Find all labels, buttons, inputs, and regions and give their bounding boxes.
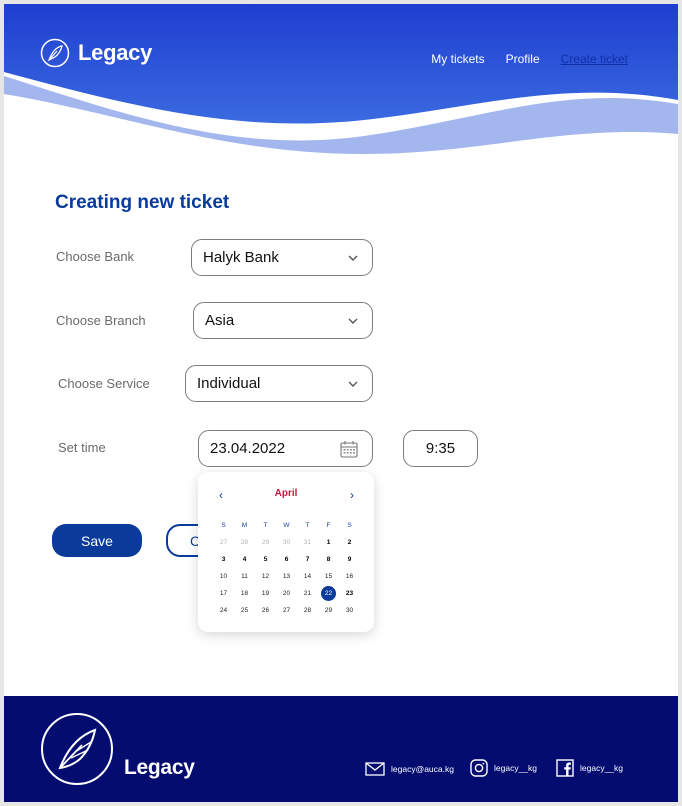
feather-logo-icon <box>41 713 113 785</box>
footer-email[interactable]: legacy@auca.kg <box>365 762 454 776</box>
calendar-day[interactable]: 29 <box>255 534 276 551</box>
top-nav: My tickets Profile Create ticket <box>431 52 628 66</box>
branch-label: Choose Branch <box>56 313 146 328</box>
brand-logo[interactable]: Legacy <box>40 38 152 68</box>
calendar-day[interactable]: 4 <box>234 551 255 568</box>
service-label: Choose Service <box>58 376 150 391</box>
calendar-day[interactable]: 26 <box>255 602 276 619</box>
calendar-month: April <box>274 488 298 499</box>
chevron-down-icon <box>348 255 358 261</box>
calendar-day[interactable]: 17 <box>213 585 234 602</box>
service-value: Individual <box>197 375 261 392</box>
footer-facebook[interactable]: legacy__kg <box>556 759 623 777</box>
nav-create-ticket[interactable]: Create ticket <box>561 52 628 66</box>
calendar-weekday: F <box>326 522 331 529</box>
time-label: Set time <box>58 440 106 455</box>
calendar-header: April ‹ › <box>198 488 374 504</box>
calendar-day[interactable]: 14 <box>297 568 318 585</box>
calendar-day[interactable]: 28 <box>234 534 255 551</box>
footer-brand-name: Legacy <box>124 756 195 779</box>
calendar-weekday: T <box>305 522 310 529</box>
calendar-day[interactable]: 18 <box>234 585 255 602</box>
calendar-day-selected[interactable]: 22 <box>318 585 339 602</box>
mail-icon <box>365 762 385 776</box>
calendar-day[interactable]: 24 <box>213 602 234 619</box>
chevron-down-icon <box>348 381 358 387</box>
calendar-day[interactable]: 7 <box>297 551 318 568</box>
calendar-grid: S M T W T F S 27 28 29 30 31 1 2 3 4 5 6 7 8 9 10 11 12 13 14 15 16… <box>213 517 360 619</box>
calendar-prev-button[interactable]: ‹ <box>219 488 223 502</box>
calendar-day[interactable]: 23 <box>339 585 360 602</box>
time-input[interactable]: 9:35 <box>403 430 478 467</box>
calendar-day[interactable]: 9 <box>339 551 360 568</box>
calendar-day[interactable]: 25 <box>234 602 255 619</box>
nav-my-tickets[interactable]: My tickets <box>431 52 484 66</box>
page: Legacy My tickets Profile Create ticket … <box>4 4 678 802</box>
date-value: 23.04.2022 <box>210 440 286 457</box>
calendar-day[interactable]: 27 <box>213 534 234 551</box>
calendar-day[interactable]: 19 <box>255 585 276 602</box>
footer: Legacy legacy@auca.kg legacy__kg legacy_… <box>4 696 678 802</box>
page-title: Creating new ticket <box>55 192 230 213</box>
branch-select[interactable]: Asia <box>193 302 373 339</box>
calendar-day[interactable]: 12 <box>255 568 276 585</box>
calendar-day[interactable]: 6 <box>276 551 297 568</box>
instagram-icon <box>470 759 488 777</box>
calendar-day[interactable]: 30 <box>276 534 297 551</box>
calendar-weekday: W <box>283 522 290 529</box>
calendar-day[interactable]: 21 <box>297 585 318 602</box>
nav-profile[interactable]: Profile <box>506 52 540 66</box>
facebook-icon <box>556 759 574 777</box>
calendar-day[interactable]: 28 <box>297 602 318 619</box>
calendar-day[interactable]: 1 <box>318 534 339 551</box>
feather-logo-icon <box>40 38 70 68</box>
calendar-day[interactable]: 27 <box>276 602 297 619</box>
bank-value: Halyk Bank <box>203 249 279 266</box>
calendar-day[interactable]: 13 <box>276 568 297 585</box>
calendar-weekday: S <box>347 522 352 529</box>
calendar-day[interactable]: 3 <box>213 551 234 568</box>
calendar-weekday: T <box>263 522 268 529</box>
calendar-day[interactable]: 30 <box>339 602 360 619</box>
calendar-day[interactable]: 10 <box>213 568 234 585</box>
calendar-day[interactable]: 29 <box>318 602 339 619</box>
calendar-next-button[interactable]: › <box>350 488 354 502</box>
calendar-day[interactable]: 2 <box>339 534 360 551</box>
branch-value: Asia <box>205 312 235 329</box>
date-input[interactable]: 23.04.2022 <box>198 430 373 467</box>
calendar-day[interactable]: 5 <box>255 551 276 568</box>
calendar-weekday: S <box>221 522 226 529</box>
calendar-day[interactable]: 31 <box>297 534 318 551</box>
bank-label: Choose Bank <box>56 249 135 264</box>
brand-name: Legacy <box>78 40 153 65</box>
calendar-day[interactable]: 8 <box>318 551 339 568</box>
calendar-day[interactable]: 11 <box>234 568 255 585</box>
calendar-icon[interactable] <box>339 439 359 459</box>
footer-email-text: legacy@auca.kg <box>391 764 454 774</box>
calendar-weekday: M <box>241 522 248 529</box>
header-wave <box>4 4 678 154</box>
calendar-day[interactable]: 16 <box>339 568 360 585</box>
footer-instagram[interactable]: legacy__kg <box>470 759 537 777</box>
service-select[interactable]: Individual <box>185 365 373 402</box>
save-button[interactable]: Save <box>52 524 142 557</box>
date-picker-popup: April ‹ › S M T W T F S 27 28 29 30 31 1 2 3 4 5 6 7 8 9 10 11… <box>198 472 374 632</box>
calendar-day[interactable]: 20 <box>276 585 297 602</box>
footer-facebook-text: legacy__kg <box>580 763 624 773</box>
calendar-day[interactable]: 15 <box>318 568 339 585</box>
chevron-down-icon <box>348 318 358 324</box>
bank-select[interactable]: Halyk Bank <box>191 239 373 276</box>
footer-instagram-text: legacy__kg <box>494 763 538 773</box>
